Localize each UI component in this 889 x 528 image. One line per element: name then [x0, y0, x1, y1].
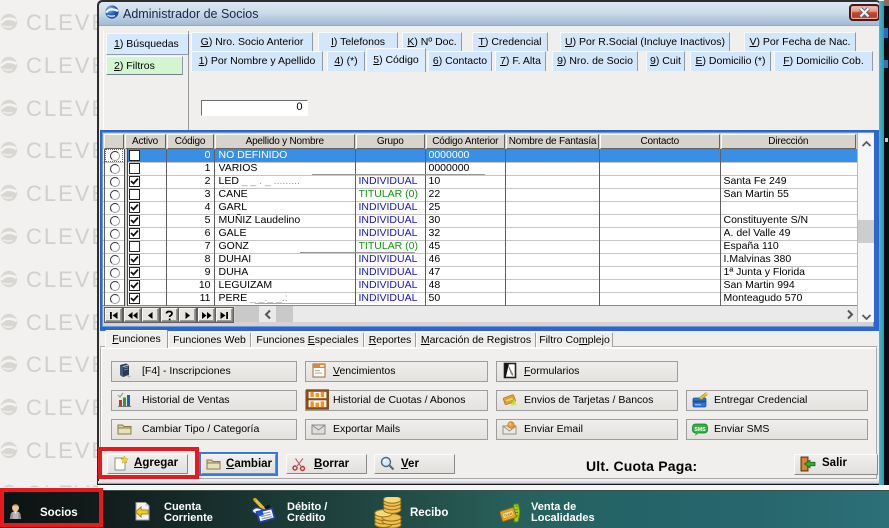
svg-text:SMS: SMS	[694, 427, 706, 433]
